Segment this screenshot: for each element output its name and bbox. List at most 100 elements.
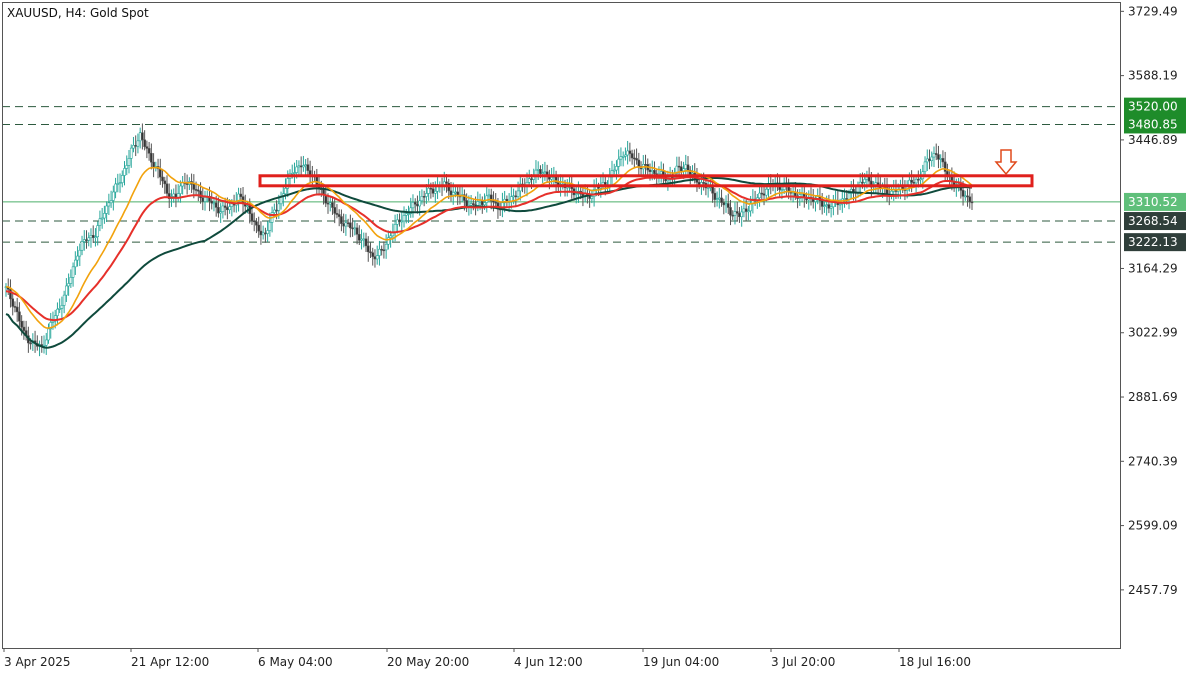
candle-body	[120, 175, 124, 183]
candle-body	[100, 217, 104, 220]
candle-body	[684, 164, 688, 170]
candle-body	[718, 197, 721, 200]
candle-body	[387, 237, 390, 245]
time-tick-label: 4 Jun 12:00	[514, 655, 583, 669]
candle-body	[731, 214, 735, 217]
candle-body	[434, 190, 437, 194]
chart-area[interactable]: 3729.49 3588.19 3446.89 3164.29 3022.99 2881.…	[0, 0, 1200, 675]
candle-body	[478, 200, 482, 203]
candle-body	[143, 139, 146, 147]
candle-body	[934, 153, 938, 155]
candle-body	[680, 166, 683, 172]
candle-body	[449, 190, 453, 196]
candle-body	[400, 220, 404, 223]
candle-body	[407, 213, 410, 215]
candle-body	[147, 148, 151, 154]
candle-body	[11, 298, 15, 307]
candle-body	[210, 200, 214, 204]
candle-body	[612, 169, 616, 172]
candle-body	[666, 179, 670, 182]
candle-body	[197, 189, 200, 192]
candle-body	[431, 188, 435, 194]
price-tag-label: 3480.85	[1128, 117, 1178, 131]
candle-body	[702, 182, 705, 184]
candle-body	[326, 202, 330, 205]
candle-body	[337, 214, 341, 217]
candle-body	[18, 311, 21, 322]
candle-body	[194, 189, 198, 191]
candle-body	[847, 193, 851, 200]
candle-body	[516, 190, 520, 197]
candle-body	[349, 222, 352, 229]
candle-body	[389, 235, 392, 238]
candle-body	[284, 188, 287, 195]
candle-body	[304, 164, 307, 166]
candle-body	[382, 249, 386, 252]
candle-body	[764, 188, 768, 196]
candle-body	[380, 248, 383, 251]
candle-body	[161, 176, 164, 182]
candle-body	[735, 211, 739, 214]
candle-body	[297, 165, 301, 168]
candle-body	[411, 202, 415, 209]
candle-body	[686, 164, 690, 171]
candle-body	[494, 201, 498, 204]
candle-body	[825, 204, 828, 206]
candle-body	[720, 197, 723, 203]
candle-body	[706, 187, 710, 189]
price-tick-label: 2881.69	[1128, 390, 1178, 404]
price-tick-label: 3446.89	[1128, 133, 1178, 147]
candle-body	[333, 207, 337, 214]
price-tick-label: 3588.19	[1128, 69, 1178, 83]
candle-body	[917, 178, 920, 181]
candle-body	[259, 230, 263, 236]
candle-body	[966, 195, 969, 198]
time-tick-label: 18 Jul 16:00	[899, 655, 971, 669]
candle-body	[273, 209, 276, 213]
candle-body	[315, 176, 319, 185]
candle-body	[328, 202, 332, 205]
candle-body	[353, 227, 357, 230]
time-tick-label: 20 May 20:00	[387, 655, 469, 669]
candle-body	[729, 207, 732, 216]
candle-body	[375, 255, 379, 260]
candle-body	[539, 169, 542, 174]
candle-body	[176, 193, 180, 198]
candle-body	[630, 153, 634, 159]
candle-body	[480, 200, 484, 206]
candle-body	[266, 230, 269, 234]
candle-body	[179, 185, 182, 194]
candle-body	[621, 156, 625, 158]
candle-body	[474, 204, 477, 207]
candle-body	[691, 172, 694, 175]
candle-body	[299, 165, 303, 168]
candle-body	[722, 202, 726, 206]
candle-body	[624, 154, 627, 157]
candle-body	[351, 227, 354, 230]
candle-body	[364, 238, 368, 247]
candle-body	[867, 176, 871, 182]
candle-body	[451, 192, 455, 196]
candle-body	[914, 178, 918, 184]
candle-body	[677, 165, 681, 168]
candle-body	[814, 199, 817, 202]
candle-body	[76, 255, 79, 261]
candle-body	[483, 202, 486, 206]
price-chart[interactable]: 3729.49 3588.19 3446.89 3164.29 3022.99 2881.…	[0, 0, 1200, 675]
candle-body	[275, 209, 278, 212]
candle-body	[58, 308, 61, 310]
candle-body	[514, 195, 518, 198]
candle-body	[968, 196, 972, 203]
candle-body	[536, 169, 540, 171]
candle-body	[290, 172, 294, 175]
candle-body	[726, 203, 730, 208]
candle-body	[492, 200, 495, 203]
candle-body	[371, 252, 375, 257]
price-tick-label: 2457.79	[1128, 583, 1178, 597]
candle-body	[125, 165, 129, 169]
candle-body	[87, 237, 91, 241]
time-tick-label: 3 Jul 20:00	[771, 655, 835, 669]
candle-body	[91, 235, 95, 238]
candle-body	[201, 197, 205, 202]
candle-body	[724, 203, 728, 206]
